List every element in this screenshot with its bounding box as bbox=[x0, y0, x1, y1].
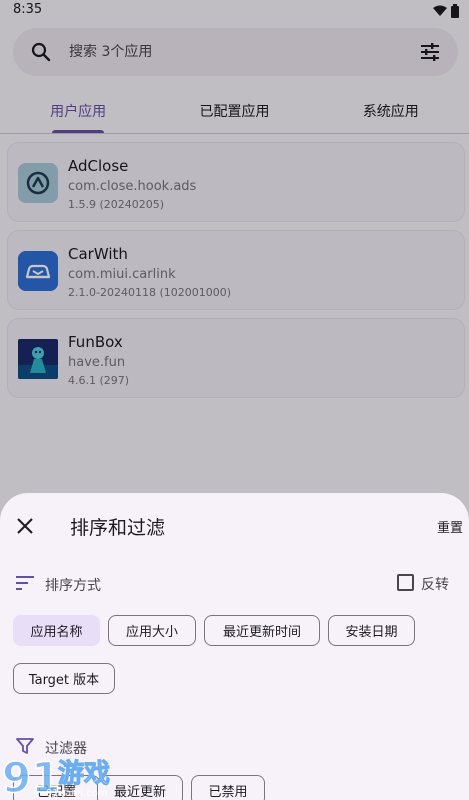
reverse-checkbox[interactable] bbox=[397, 574, 414, 591]
sort-chip-app-name[interactable]: 应用名称 bbox=[13, 615, 100, 646]
reverse-label: 反转 bbox=[421, 577, 449, 593]
site-watermark-logo: 91 游戏 91danji.com bbox=[1, 752, 110, 800]
sort-section-label: 排序方式 bbox=[45, 578, 101, 594]
sort-chip-target-version[interactable]: Target 版本 bbox=[13, 663, 115, 694]
watermark-sub: 91danji.com bbox=[46, 788, 108, 799]
close-icon[interactable] bbox=[14, 515, 36, 537]
sort-chip-last-update[interactable]: 最近更新时间 bbox=[204, 615, 320, 646]
filter-chip-disabled[interactable]: 已禁用 bbox=[191, 775, 265, 800]
sort-chip-app-size[interactable]: 应用大小 bbox=[108, 615, 196, 646]
reset-button[interactable]: 重置 bbox=[437, 517, 463, 536]
sort-icon bbox=[16, 576, 34, 590]
sheet-title: 排序和过滤 bbox=[70, 517, 166, 539]
sort-chip-install-date[interactable]: 安装日期 bbox=[328, 615, 415, 646]
watermark-text: 游戏 bbox=[58, 759, 110, 789]
